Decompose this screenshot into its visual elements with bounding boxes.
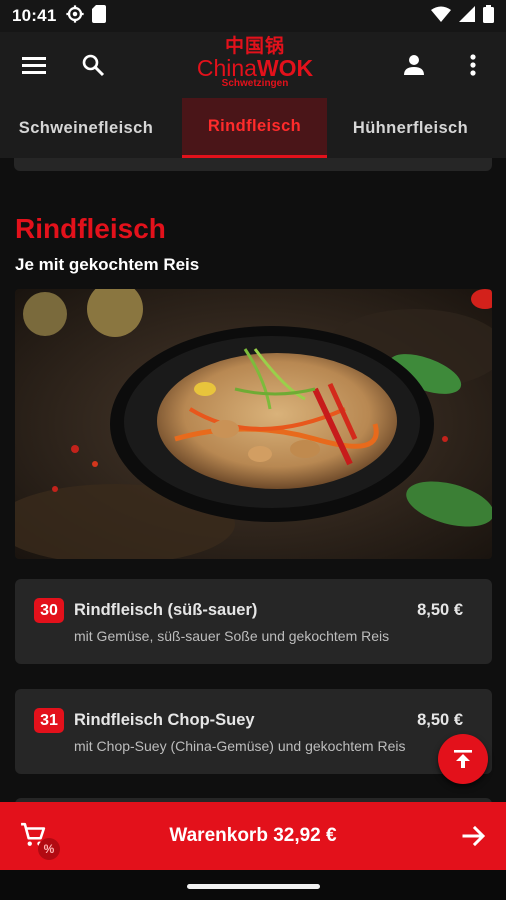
app-bar: 中国锅 ChinaWOK Schwetzingen [0, 32, 506, 98]
search-button[interactable] [73, 45, 113, 85]
tab-schweinefleisch[interactable]: Schweinefleisch [0, 98, 172, 158]
vertical-align-top-icon [454, 750, 472, 768]
menu-content[interactable]: Rindfleisch Je mit gekochtem Reis 30 Rin… [0, 158, 506, 802]
battery-icon [483, 4, 494, 28]
china-wok-logo[interactable]: 中国锅 ChinaWOK Schwetzingen [188, 36, 322, 94]
menu-button[interactable] [14, 45, 54, 85]
category-image [15, 289, 492, 559]
scroll-to-top-button[interactable] [438, 734, 488, 784]
account-button[interactable] [394, 45, 434, 85]
item-name: Rindfleisch Chop-Suey [74, 711, 255, 729]
item-description: mit Chop-Suey (China-Gemüse) und gekocht… [74, 738, 406, 754]
menu-item-card[interactable]: 30 Rindfleisch (süß-sauer) 8,50 € mit Ge… [15, 579, 492, 664]
tab-huehnerfleisch[interactable]: Hühnerfleisch [333, 98, 488, 158]
home-gesture-handle[interactable] [187, 884, 320, 889]
status-time: 10:41 [12, 6, 57, 25]
menu-item-card[interactable]: 31 Rindfleisch Chop-Suey 8,50 € mit Chop… [15, 689, 492, 774]
system-nav-bar [0, 870, 506, 900]
wifi-icon [431, 6, 451, 27]
cart-label: Warenkorb 32,92 € [169, 825, 337, 846]
noodle-bowl-image [15, 289, 492, 559]
discount-badge: % [38, 838, 60, 860]
category-tabs: Schweinefleisch Rindfleisch Hühnerfleisc… [0, 98, 506, 158]
item-number-badge: 31 [34, 708, 64, 733]
item-description: mit Gemüse, süß-sauer Soße und gekochtem… [74, 628, 390, 644]
menu-icon [22, 57, 46, 74]
logo-chinese-text: 中国锅 [224, 35, 285, 57]
account-icon [404, 55, 424, 75]
search-icon [82, 54, 105, 77]
sim-card-icon [92, 4, 107, 28]
section-subtitle: Je mit gekochtem Reis [15, 255, 200, 274]
settings-icon [66, 4, 85, 28]
cart-bar[interactable]: % Warenkorb 32,92 € [0, 802, 506, 870]
logo-brand: ChinaWOK [188, 56, 322, 80]
previous-item-card[interactable] [14, 158, 492, 171]
section-title: Rindfleisch [15, 213, 166, 244]
item-price: 8,50 € [417, 711, 463, 729]
more-options-button[interactable] [453, 45, 493, 85]
tab-rindfleisch[interactable]: Rindfleisch [182, 98, 327, 158]
item-number-badge: 30 [34, 598, 64, 623]
status-bar: 10:41 [0, 0, 506, 32]
item-price: 8,50 € [417, 601, 463, 619]
more-vert-icon [470, 54, 476, 76]
cell-signal-icon [459, 5, 475, 27]
arrow-forward-icon [462, 824, 486, 853]
item-name: Rindfleisch (süß-sauer) [74, 601, 258, 619]
